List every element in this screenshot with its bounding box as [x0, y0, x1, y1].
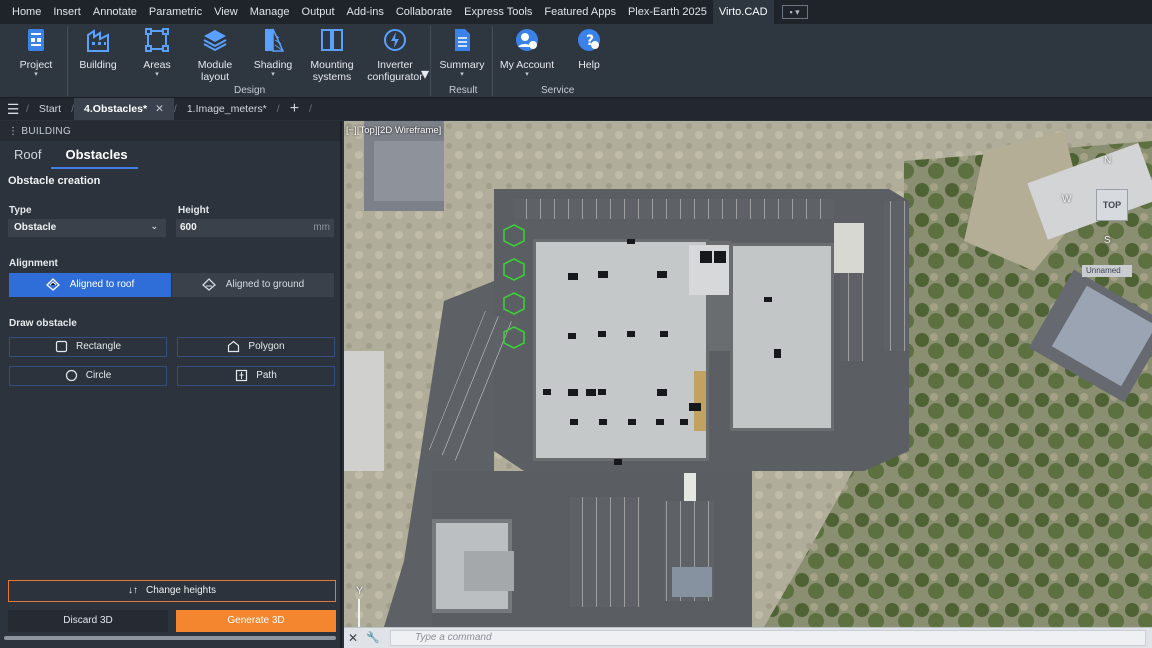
project-icon	[28, 29, 44, 51]
height-label: Height	[178, 205, 210, 216]
building-button[interactable]: Building	[67, 26, 129, 82]
change-heights-button[interactable]: ↓↑ Change heights	[8, 580, 336, 602]
chevron-down-icon: ⌄	[150, 221, 158, 231]
menu-annotate[interactable]: Annotate	[87, 0, 143, 24]
menu-parametric[interactable]: Parametric	[143, 0, 208, 24]
module-layout-button[interactable]: Module layout	[184, 26, 246, 83]
group-label-design: Design	[234, 85, 266, 96]
type-select[interactable]: Obstacle ⌄	[8, 219, 166, 237]
roof-align-icon	[45, 278, 60, 292]
chevron-down-icon: ▾	[460, 71, 464, 78]
sort-icon: ↓↑	[127, 585, 138, 596]
help-icon: ?	[578, 29, 600, 51]
shading-icon	[265, 28, 285, 52]
menu-view[interactable]: View	[208, 0, 244, 24]
chevron-down-icon[interactable]: ▾	[421, 64, 429, 84]
mounting-systems-icon	[321, 29, 343, 51]
my-account-button[interactable]: My Account ▾	[496, 26, 558, 82]
ucs-axis-icon	[358, 599, 360, 627]
tab-obstacles[interactable]: 4.Obstacles* ✕	[74, 98, 174, 120]
aerial-map	[344, 121, 1152, 627]
rectangle-icon	[55, 340, 68, 352]
account-icon	[516, 29, 538, 51]
chevron-down-icon: ▾	[34, 71, 38, 78]
menu-bar: Home Insert Annotate Parametric View Man…	[0, 0, 1152, 24]
ground-align-icon	[201, 278, 216, 292]
menu-plex-earth[interactable]: Plex-Earth 2025	[622, 0, 713, 24]
building-panel: ⋮ BUILDING Roof Obstacles Obstacle creat…	[0, 121, 342, 648]
summary-button[interactable]: Summary ▾	[431, 26, 493, 82]
aligned-to-roof-button[interactable]: Aligned to roof	[9, 273, 171, 297]
menu-virtocad[interactable]: Virto.CAD	[712, 0, 774, 24]
project-button[interactable]: Project ▾	[5, 26, 67, 82]
compass-west: W	[1062, 194, 1072, 205]
discard-3d-button[interactable]: Discard 3D	[8, 610, 168, 632]
shading-button[interactable]: Shading ▾	[242, 26, 304, 82]
aligned-to-ground-button[interactable]: Aligned to ground	[172, 273, 334, 297]
polygon-button[interactable]: Polygon	[177, 337, 335, 357]
close-icon[interactable]: ✕	[155, 103, 164, 115]
circle-icon	[65, 369, 77, 381]
menu-collaborate[interactable]: Collaborate	[390, 0, 458, 24]
group-label-result: Result	[449, 85, 478, 96]
add-tab-button[interactable]: +	[280, 98, 309, 120]
menu-addins[interactable]: Add-ins	[341, 0, 390, 24]
wrench-icon[interactable]: 🔧	[366, 631, 380, 644]
path-button[interactable]: Path	[177, 366, 335, 386]
view-cube[interactable]: TOP	[1096, 189, 1128, 221]
tab-start[interactable]: Start	[29, 98, 71, 120]
building-icon	[87, 29, 109, 52]
ribbon-separator	[492, 26, 493, 96]
workspace-dropdown-icon[interactable]: ▪ ▾	[781, 5, 808, 19]
areas-button[interactable]: Areas ▾	[126, 26, 188, 82]
menu-featured-apps[interactable]: Featured Apps	[538, 0, 622, 24]
chevron-down-icon: ▾	[271, 71, 275, 78]
menu-icon[interactable]: ☰	[0, 101, 26, 118]
menu-home[interactable]: Home	[6, 0, 47, 24]
menu-insert[interactable]: Insert	[47, 0, 87, 24]
ribbon: Project ▾ Building Areas ▾ Module layout…	[0, 24, 1152, 98]
chevron-down-icon: ▾	[525, 71, 529, 78]
panel-scrollbar[interactable]	[4, 636, 336, 640]
command-line: ✕ 🔧 Type a command	[344, 627, 1152, 648]
type-label: Type	[9, 205, 32, 216]
help-button[interactable]: ? Help	[558, 26, 620, 82]
height-input[interactable]: 600 mm	[176, 219, 334, 237]
menu-express-tools[interactable]: Express Tools	[458, 0, 538, 24]
inverter-configurator-button[interactable]: Inverter configurator	[364, 26, 426, 83]
tab-obstacles-panel[interactable]: Obstacles	[51, 143, 138, 169]
ucs-y-axis: Y	[356, 585, 364, 597]
areas-icon	[145, 28, 169, 52]
panel-tabs: Roof Obstacles	[0, 143, 138, 169]
panel-title: ⋮ BUILDING	[8, 126, 72, 137]
viewport-label[interactable]: [−][Top][2D Wireframe]	[346, 125, 441, 136]
mounting-systems-button[interactable]: Mounting systems	[301, 26, 363, 83]
rectangle-button[interactable]: Rectangle	[9, 337, 167, 357]
alignment-label: Alignment	[9, 258, 58, 269]
drawing-viewport[interactable]: [−][Top][2D Wireframe] TOP N W S Unnamed…	[344, 121, 1152, 627]
chevron-down-icon: ▾	[155, 71, 159, 78]
command-input[interactable]: Type a command	[390, 630, 1146, 646]
tab-image-meters[interactable]: 1.Image_meters*	[177, 98, 277, 120]
inverter-icon	[384, 29, 406, 51]
menu-output[interactable]: Output	[296, 0, 341, 24]
compass-north: N	[1104, 155, 1112, 166]
path-icon	[236, 369, 248, 381]
close-icon[interactable]: ✕	[348, 631, 358, 645]
ucs-dropdown[interactable]: Unnamed	[1082, 265, 1132, 277]
summary-icon	[455, 29, 470, 51]
generate-3d-button[interactable]: Generate 3D	[176, 610, 336, 632]
document-tabs: ☰ / Start / 4.Obstacles* ✕ / 1.Image_mete…	[0, 98, 1152, 120]
obstacle-creation-title: Obstacle creation	[8, 175, 101, 187]
polygon-icon	[228, 340, 240, 352]
circle-button[interactable]: Circle	[9, 366, 167, 386]
module-layout-icon	[203, 30, 227, 52]
group-label-service: Service	[541, 85, 575, 96]
tab-roof[interactable]: Roof	[0, 143, 51, 169]
menu-manage[interactable]: Manage	[244, 0, 296, 24]
compass-south: S	[1104, 235, 1111, 246]
draw-obstacle-label: Draw obstacle	[9, 318, 77, 329]
